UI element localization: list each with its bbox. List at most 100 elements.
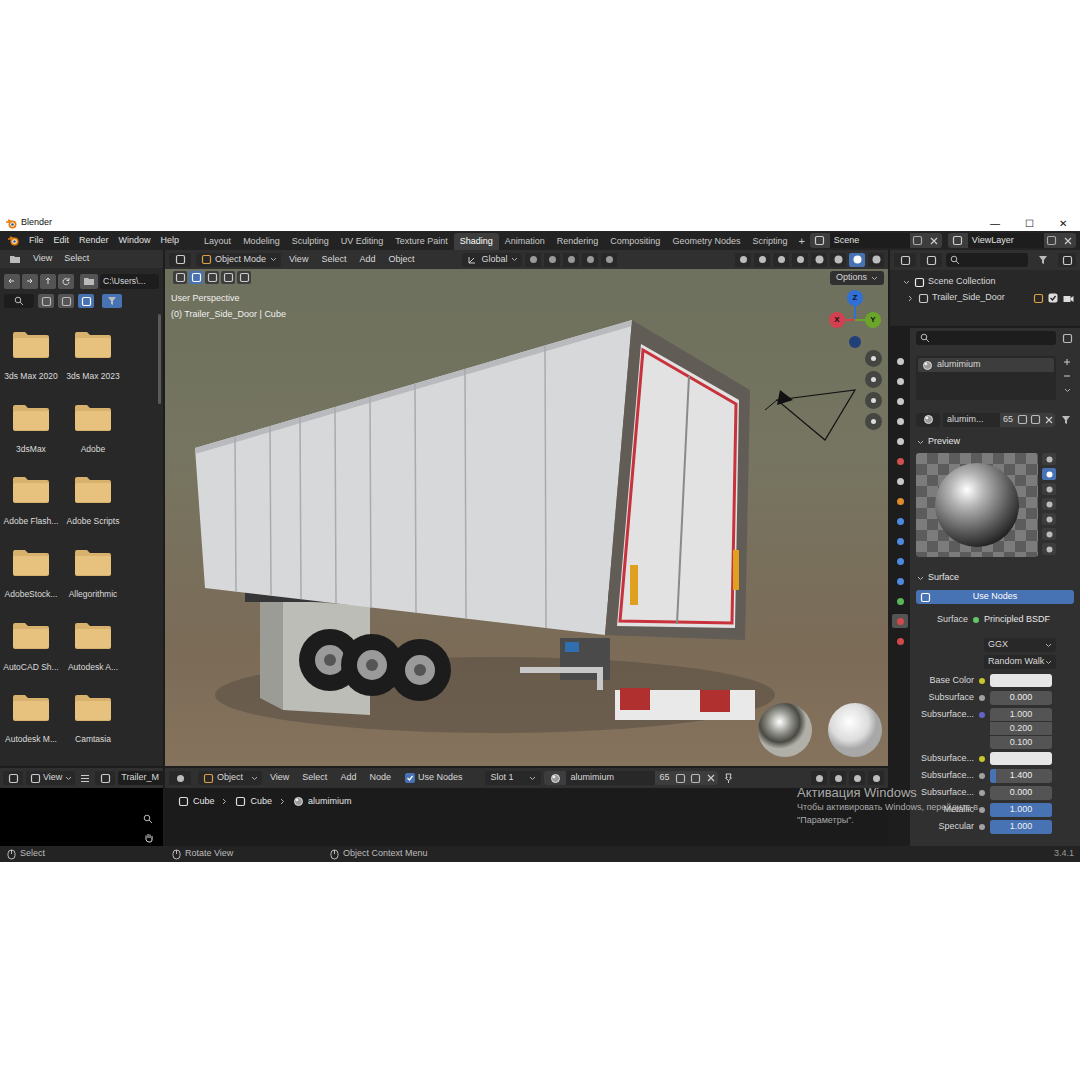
material-name[interactable]: alumim... bbox=[943, 413, 1000, 427]
material-browse-icon[interactable] bbox=[916, 413, 940, 427]
menu-item[interactable]: Edit bbox=[49, 234, 75, 248]
material-field[interactable]: alumim...65 bbox=[943, 413, 1055, 427]
image-icon[interactable] bbox=[29, 773, 41, 784]
snap-icon[interactable] bbox=[544, 253, 560, 267]
subsurface-method-value[interactable]: Random Walk bbox=[988, 655, 1044, 669]
proportional-edit-icon[interactable] bbox=[582, 253, 598, 267]
search-field-icon[interactable] bbox=[4, 294, 34, 308]
select-subtract-icon[interactable] bbox=[221, 271, 235, 284]
menu-item[interactable]: File bbox=[24, 234, 49, 248]
menu-item[interactable]: Object bbox=[383, 253, 419, 267]
list-view-icon[interactable] bbox=[38, 294, 54, 308]
folder-item[interactable]: Adobe Flash... bbox=[0, 475, 62, 543]
folder-label[interactable]: Camtasia bbox=[75, 733, 111, 746]
color-swatch[interactable] bbox=[990, 674, 1052, 687]
workspace-tab[interactable]: Scripting bbox=[746, 233, 793, 250]
panel-expand-icon[interactable] bbox=[916, 440, 924, 445]
number-slider[interactable]: 1.000 bbox=[990, 803, 1052, 817]
use-nodes-label[interactable]: Use Nodes bbox=[418, 771, 463, 785]
dropdown-chevron-icon[interactable] bbox=[1044, 660, 1052, 665]
input-socket[interactable] bbox=[979, 790, 985, 796]
scene-collection-icon[interactable] bbox=[913, 277, 925, 288]
properties-tab-icon[interactable] bbox=[892, 454, 908, 468]
use-nodes-button[interactable]: Use Nodes bbox=[916, 590, 1074, 604]
menu-item[interactable]: View bbox=[28, 252, 57, 266]
menu-item[interactable]: View bbox=[265, 771, 294, 785]
folder-item[interactable]: Camtasia bbox=[62, 693, 124, 761]
exclude-checkbox-icon[interactable] bbox=[1047, 293, 1059, 303]
image-browse-icon[interactable] bbox=[95, 771, 115, 785]
dropdown-chevron-icon[interactable] bbox=[64, 776, 72, 781]
duplicate-material-icon[interactable] bbox=[1029, 413, 1042, 427]
properties-tab-icon[interactable] bbox=[892, 534, 908, 548]
vector-component-field[interactable]: 0.100 bbox=[990, 736, 1052, 749]
menu-item[interactable]: Node bbox=[364, 771, 396, 785]
options-dropdown[interactable]: Options bbox=[830, 271, 884, 285]
scene-selector-name[interactable]: Scene bbox=[830, 234, 910, 248]
global-orientation-icon[interactable] bbox=[466, 255, 478, 265]
folder-item[interactable]: 3ds Max 2023 bbox=[62, 330, 124, 398]
dropdown-chevron-icon[interactable] bbox=[870, 276, 878, 281]
orientation-label[interactable]: Global bbox=[481, 253, 507, 267]
camera-view-icon[interactable] bbox=[865, 392, 882, 409]
workspace-tab[interactable]: Rendering bbox=[551, 233, 605, 250]
properties-tab-icon[interactable] bbox=[892, 574, 908, 588]
new-folder-icon[interactable] bbox=[80, 274, 98, 289]
outliner-row[interactable]: Trailer_Side_Door bbox=[890, 290, 1080, 306]
folder-label[interactable]: Adobe bbox=[81, 443, 106, 456]
collection-color-icon[interactable] bbox=[1032, 293, 1044, 304]
menu-item[interactable]: Window bbox=[114, 234, 156, 248]
gizmo-icon[interactable] bbox=[754, 253, 770, 267]
folder-label[interactable]: Autodesk M... bbox=[5, 733, 57, 746]
surface-shader-field[interactable]: Principled BSDF bbox=[984, 613, 1050, 627]
slider-value[interactable]: 0.000 bbox=[1010, 691, 1033, 705]
window-control-button[interactable]: — bbox=[978, 215, 1012, 231]
outliner-row[interactable]: Scene Collection bbox=[890, 274, 1080, 290]
material-slot-label[interactable]: alumimium bbox=[937, 358, 981, 372]
breadcrumb-item[interactable]: Cube bbox=[251, 795, 273, 809]
add-workspace-button[interactable]: + bbox=[793, 233, 809, 250]
folder-item[interactable]: Autodesk A... bbox=[62, 621, 124, 689]
options-label[interactable]: Options bbox=[836, 271, 867, 285]
3d-viewport[interactable]: Object ModeViewSelectAddObjectGlobalOpti… bbox=[165, 250, 888, 766]
mouse-button-icon[interactable] bbox=[171, 849, 181, 860]
folder-icon[interactable] bbox=[74, 693, 112, 721]
folder-icon[interactable] bbox=[12, 548, 50, 576]
breadcrumb-separator-icon[interactable] bbox=[221, 798, 229, 805]
workspace-tab[interactable]: Shading bbox=[454, 233, 499, 250]
preview-shape-icon[interactable] bbox=[1042, 483, 1056, 495]
fake-user-icon[interactable] bbox=[1016, 413, 1029, 427]
menu-item[interactable]: Add bbox=[354, 253, 380, 267]
preview-shape-icon[interactable] bbox=[1042, 543, 1056, 555]
properties-tab-icon[interactable] bbox=[892, 434, 908, 448]
material-users[interactable]: 65 bbox=[655, 771, 673, 785]
menu-item[interactable]: Select bbox=[316, 253, 351, 267]
scene-selector-type-icon[interactable] bbox=[810, 233, 830, 248]
input-socket[interactable] bbox=[979, 712, 985, 718]
columns-view-icon[interactable] bbox=[58, 294, 74, 308]
preview-shape-icon[interactable] bbox=[1042, 498, 1056, 510]
folder-label[interactable]: Autodesk A... bbox=[68, 661, 118, 674]
dropdown-chevron-icon[interactable] bbox=[1044, 643, 1052, 648]
display-mode-icon[interactable] bbox=[920, 253, 942, 267]
select-intersect-icon[interactable] bbox=[237, 271, 251, 284]
properties-search-icon[interactable] bbox=[916, 331, 1056, 345]
properties-tab-icon[interactable] bbox=[892, 474, 908, 488]
dropdown-chevron-icon[interactable] bbox=[269, 257, 277, 262]
material-icon[interactable] bbox=[921, 360, 933, 371]
panel-header[interactable]: Preview bbox=[916, 435, 1074, 449]
folder-label[interactable]: Adobe Flash... bbox=[4, 515, 59, 528]
folder-icon[interactable] bbox=[12, 330, 50, 358]
add-slot-icon[interactable] bbox=[1060, 356, 1074, 368]
material-shading-icon[interactable] bbox=[849, 253, 865, 267]
negative-z-axis-handle[interactable] bbox=[849, 336, 861, 348]
path-field[interactable]: C:\Users\... bbox=[100, 274, 159, 289]
object-mode-icon[interactable] bbox=[200, 254, 212, 265]
vector-component-value[interactable]: 1.000 bbox=[1010, 708, 1033, 722]
mode-dropdown[interactable]: Object Mode bbox=[196, 253, 281, 267]
material-slot-row[interactable]: alumimium bbox=[918, 358, 1054, 372]
distribution-value[interactable]: GGX bbox=[988, 638, 1008, 652]
sidebar-icon[interactable] bbox=[868, 771, 884, 785]
panel-header[interactable]: Surface bbox=[916, 571, 1074, 585]
dropdown-chevron-icon[interactable] bbox=[528, 776, 536, 781]
